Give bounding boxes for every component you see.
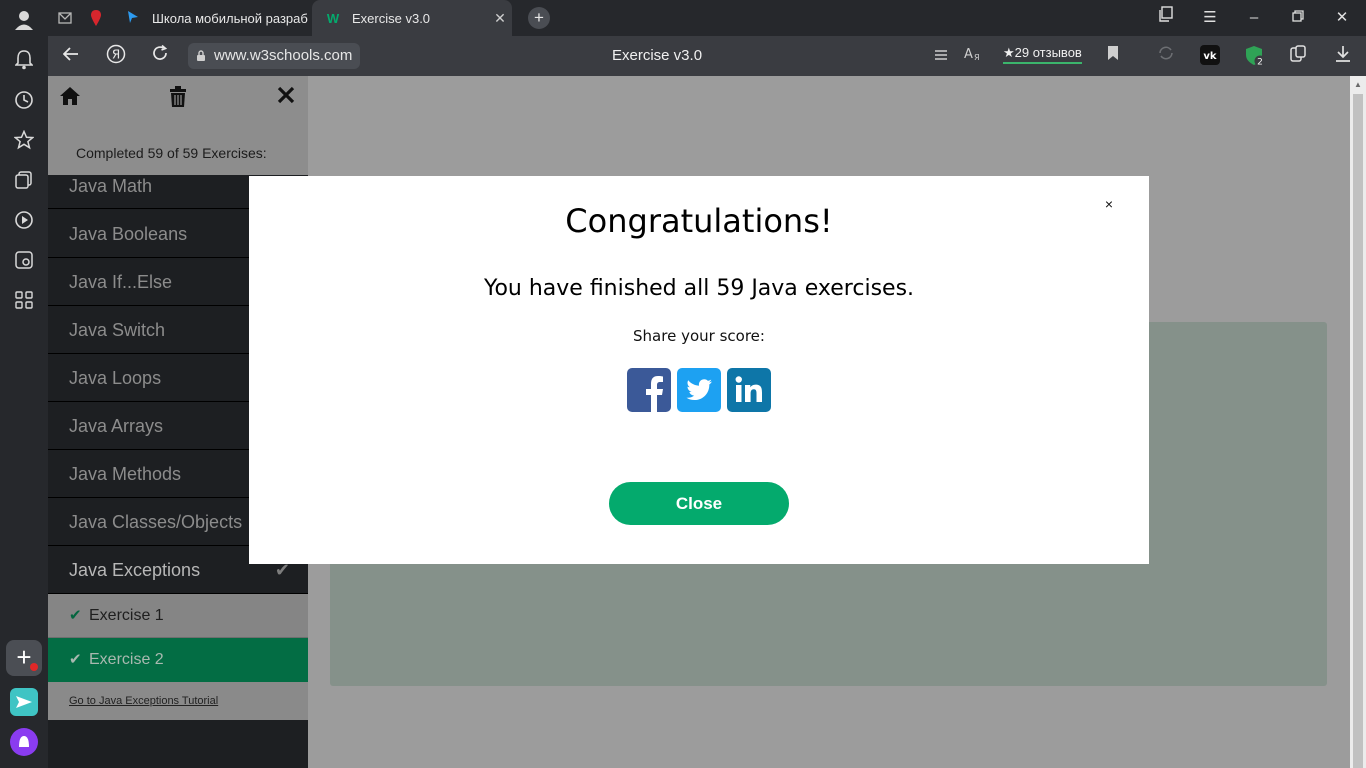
arrow-favicon-icon [124, 10, 142, 27]
address-bar: Я www.w3schools.com Exercise v3.0 AЯ ★29… [48, 36, 1366, 76]
w3schools-favicon-icon: W [326, 10, 340, 26]
reviews-button[interactable]: ★29 отзывов [1003, 45, 1082, 64]
twitter-icon[interactable] [677, 368, 721, 412]
video-play-icon[interactable] [12, 208, 36, 232]
menu-item-label: Java Classes/Objects [69, 512, 243, 532]
tab-title: Школа мобильной разраб [152, 10, 308, 26]
reader-mode-icon[interactable] [930, 45, 952, 67]
home-icon[interactable] [58, 86, 82, 110]
url-field[interactable]: www.w3schools.com [188, 43, 361, 71]
svg-text:2: 2 [1257, 58, 1263, 68]
menu-item-label: Java Methods [69, 464, 182, 484]
sub-item-exercise-2[interactable]: ✔ Exercise 2 [48, 638, 308, 682]
sub-item-label: Exercise 2 [89, 651, 164, 668]
notification-dot [30, 663, 38, 671]
yandex-icon[interactable]: Я [104, 44, 128, 68]
trash-icon[interactable] [166, 86, 190, 110]
messenger-icon[interactable] [10, 688, 38, 716]
check-icon: ✔ [69, 607, 82, 624]
close-tab-icon[interactable]: ✕ [488, 10, 512, 27]
lock-icon [196, 43, 206, 71]
browser-side-rail: + [0, 0, 48, 768]
tab-mobile-school[interactable]: Школа мобильной разраб [112, 0, 312, 36]
menu-item-label: Java Booleans [69, 224, 188, 244]
mail-tab-icon[interactable] [55, 8, 75, 28]
reload-icon[interactable] [148, 44, 172, 68]
page-title: Exercise v3.0 [612, 47, 703, 64]
menu-icon[interactable]: ☰ [1198, 6, 1222, 30]
close-window-icon[interactable]: ✕ [1330, 6, 1354, 30]
star-icon[interactable] [12, 128, 36, 152]
bookmark-icon[interactable] [1102, 45, 1124, 67]
linkedin-icon[interactable] [727, 368, 771, 412]
tab-manager-icon[interactable] [1154, 6, 1178, 30]
menu-item-label: Java Arrays [69, 416, 164, 436]
svg-text:A: A [964, 47, 973, 61]
pin-tab-icon[interactable] [86, 8, 106, 28]
extensions-icon[interactable] [1287, 45, 1309, 67]
modal-title: Congratulations! [565, 202, 833, 240]
share-label: Share your score: [633, 327, 765, 345]
collections-icon[interactable] [12, 168, 36, 192]
tab-bar: Школа мобильной разраб W Exercise v3.0 ✕… [48, 0, 1366, 36]
url-text: www.w3schools.com [214, 47, 353, 64]
tutorial-link[interactable]: Go to Java Exceptions Tutorial [48, 682, 308, 720]
modal-message: You have finished all 59 Java exercises. [483, 276, 915, 301]
completion-status: Completed 59 of 59 Exercises: [76, 145, 267, 161]
tab-exercise[interactable]: W Exercise v3.0 ✕ [312, 0, 512, 36]
svg-text:vk: vk [1203, 51, 1217, 62]
back-arrow-icon[interactable] [59, 44, 83, 68]
restore-icon[interactable] [1286, 6, 1310, 30]
screenshot-icon[interactable] [12, 248, 36, 272]
check-icon: ✔ [69, 651, 82, 668]
bell-icon[interactable] [12, 48, 36, 72]
translate-icon[interactable]: AЯ [962, 45, 984, 67]
scroll-thumb[interactable] [1353, 94, 1363, 768]
download-icon[interactable] [1332, 45, 1354, 67]
history-icon[interactable] [12, 88, 36, 112]
profile-icon[interactable] [12, 8, 36, 32]
minimize-icon[interactable]: – [1242, 6, 1266, 30]
scroll-up-arrow[interactable]: ▲ [1353, 80, 1363, 89]
facebook-icon[interactable] [627, 368, 671, 412]
close-panel-icon[interactable] [274, 86, 298, 110]
menu-item-label: Java Math [69, 176, 153, 196]
sidebar-header: Completed 59 of 59 Exercises: [48, 76, 308, 175]
new-tab-button[interactable]: + [528, 7, 550, 29]
menu-item-label: Java Loops [69, 368, 162, 388]
sub-item-label: Exercise 1 [89, 607, 164, 624]
svg-text:Я: Я [974, 53, 980, 61]
tab-title: Exercise v3.0 [352, 10, 431, 26]
menu-item-label: Java Switch [69, 320, 166, 340]
sub-item-exercise-1[interactable]: ✔ Exercise 1 [48, 594, 308, 638]
menu-item-label: Java If...Else [69, 272, 173, 292]
page-scrollbar[interactable]: ▲ [1350, 76, 1366, 768]
sync-icon[interactable] [1155, 45, 1177, 67]
vk-icon[interactable]: vk [1199, 45, 1221, 67]
apps-grid-icon[interactable] [12, 288, 36, 312]
protect-shield-icon[interactable]: 2 [1244, 45, 1266, 68]
svg-text:Я: Я [112, 48, 120, 62]
menu-item-label: Java Exceptions [69, 560, 201, 580]
close-button[interactable]: Close [609, 482, 789, 525]
alice-assistant-icon[interactable] [10, 728, 38, 756]
congratulations-modal: × Congratulations! You have finished all… [249, 176, 1149, 564]
add-panel-button[interactable]: + [6, 640, 42, 676]
